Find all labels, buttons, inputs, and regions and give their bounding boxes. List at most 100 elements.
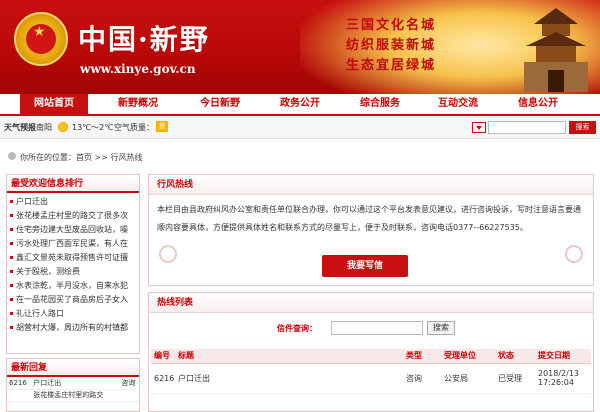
hot-list-title: 热线列表 — [149, 293, 593, 313]
column-header: 类型 — [403, 349, 441, 364]
hot-list-panel: 热线列表 信件查询： 搜索 编号 标题 类型 受理单位 状态 提交日期 6216… — [148, 292, 594, 412]
aqi-label: 空气质量： — [114, 123, 154, 132]
list-item-label: 在一品花园买了商品房后子女入 — [16, 295, 128, 304]
column-header: 受理单位 — [441, 349, 495, 364]
pavilion-tower-icon — [524, 8, 588, 92]
list-item[interactable]: 户口迁出 — [10, 195, 137, 209]
weather-label: 天气预报 — [4, 123, 36, 132]
column-header: 标题 — [175, 349, 403, 364]
search-scope-dropdown[interactable] — [472, 122, 486, 133]
ranking-title: 最受欢迎信息排行 — [7, 175, 139, 193]
column-header: 状态 — [495, 349, 535, 364]
nav-item-overview[interactable]: 新野概况 — [104, 94, 172, 114]
site-search-button[interactable]: 搜索 — [569, 121, 596, 134]
ranking-list: 户口迁出 张花楼孟庄村里的路交了很多次 住宅旁边建大型废品回收站，噪 污水处理厂… — [7, 193, 139, 335]
column-header: 提交日期 — [535, 349, 591, 364]
breadcrumb-text[interactable]: 你所在的位置：首页 >> 行风热线 — [20, 152, 143, 163]
hotline-title: 行风热线 — [149, 175, 593, 195]
list-item[interactable]: 污水处理厂西面军民渠，有人在 — [10, 237, 137, 251]
table-header-row: 编号 标题 类型 受理单位 状态 提交日期 — [151, 349, 591, 364]
slogan-line: 生态宜居绿城 — [346, 58, 437, 73]
list-item-label: 礼让行人路口 — [16, 309, 64, 318]
ranking-panel: 最受欢迎信息排行 户口迁出 张花楼孟庄村里的路交了很多次 住宅旁边建大型废品回收… — [6, 174, 140, 354]
table-cell — [7, 389, 32, 402]
nav-item-services[interactable]: 综合服务 — [346, 94, 414, 114]
table-cell: 公安局 — [441, 363, 495, 394]
table-cell[interactable]: 户口迁出 — [175, 363, 403, 394]
table-cell: 咨询 — [403, 363, 441, 394]
location-icon — [8, 152, 16, 160]
letter-query-button[interactable]: 搜索 — [427, 321, 455, 335]
list-item[interactable]: 张花楼孟庄村里的路交了很多次 — [10, 209, 137, 223]
site-search-input[interactable] — [488, 121, 566, 134]
slogan-line: 纺织服装新城 — [346, 38, 437, 53]
table-cell: 张花楼孟庄村里的路交 — [31, 389, 120, 402]
ornament-icon — [565, 245, 583, 263]
main-nav: 网站首页 新野概况 今日新野 政务公开 综合服务 互动交流 信息公开 — [0, 94, 600, 116]
nav-item-interaction[interactable]: 互动交流 — [424, 94, 492, 114]
write-letter-button[interactable]: 我要写信 — [322, 255, 408, 277]
national-emblem-icon: ★ — [14, 12, 68, 66]
latest-replies-table: 6216 户口迁出 咨询 张花楼孟庄村里的路交 — [7, 377, 139, 402]
bullet-icon — [10, 326, 13, 329]
hotline-intro: 本栏目由县政府纠风办公室和责任单位联合办理，你可以通过这个平台发表意见建议，进行… — [157, 205, 581, 232]
aqi-badge: 良 — [156, 121, 168, 132]
list-item-label: 胡营村大爆，周边所有的村镇都 — [16, 323, 128, 332]
list-item-label: 水表涂乾，半月没水，自来水犯 — [16, 281, 128, 290]
table-cell: 2018/2/13 17:26:04 — [535, 363, 591, 394]
header-banner: ★ 中国·新野 www.xinye.gov.cn 三国文化名城 纺织服装新城 生… — [0, 0, 600, 94]
list-item-label: 污水处理厂西面军民渠，有人在 — [16, 239, 128, 248]
nav-item-government[interactable]: 政务公开 — [266, 94, 334, 114]
latest-replies-panel: 最新回复 6216 户口迁出 咨询 张花楼孟庄村里的路交 — [6, 358, 140, 412]
table-row[interactable]: 张花楼孟庄村里的路交 — [7, 389, 139, 402]
list-item-label: 张花楼孟庄村里的路交了很多次 — [16, 211, 128, 220]
list-item[interactable]: 住宅旁边建大型废品回收站，噪 — [10, 223, 137, 237]
nav-item-home[interactable]: 网站首页 — [20, 94, 88, 114]
list-item[interactable]: 鑫汇文景苑未取得预售许可证擅 — [10, 251, 137, 265]
bullet-icon — [10, 284, 13, 287]
list-item[interactable]: 在一品花园买了商品房后子女入 — [10, 293, 137, 307]
ornament-icon — [159, 245, 177, 263]
bullet-icon — [10, 270, 13, 273]
list-item-label: 关于殴税，测绘费 — [16, 267, 80, 276]
table-row[interactable]: 6216 户口迁出 咨询 — [7, 377, 139, 390]
letter-query-row: 信件查询： 搜索 — [149, 319, 593, 341]
list-item[interactable]: 水表涂乾，半月没水，自来水犯 — [10, 279, 137, 293]
latest-replies-title: 最新回复 — [7, 359, 139, 377]
bullet-icon — [10, 242, 13, 245]
table-cell: 6216 — [151, 363, 175, 394]
bullet-icon — [10, 256, 13, 259]
utility-bar: 天气预报 南阳 13℃～2℃ | 空气质量： 良 搜索 — [0, 117, 600, 139]
hotline-panel: 行风热线 本栏目由县政府纠风办公室和责任单位联合办理，你可以通过这个平台发表意见… — [148, 174, 594, 286]
table-row[interactable]: 6216 户口迁出 咨询 公安局 已受理 2018/2/13 17:26:04 — [151, 363, 591, 394]
nav-item-today[interactable]: 今日新野 — [186, 94, 254, 114]
list-item-label: 户口迁出 — [16, 197, 48, 206]
table-cell: 咨询 — [119, 377, 139, 390]
hot-list-table: 编号 标题 类型 受理单位 状态 提交日期 6216 户口迁出 咨询 公安局 已… — [151, 349, 591, 394]
list-item[interactable]: 关于殴税，测绘费 — [10, 265, 137, 279]
bullet-icon — [10, 200, 13, 203]
bullet-icon — [10, 298, 13, 301]
letter-query-input[interactable] — [331, 321, 423, 335]
bullet-icon — [10, 312, 13, 315]
bullet-icon — [10, 214, 13, 217]
nav-item-info[interactable]: 信息公开 — [504, 94, 572, 114]
list-item[interactable]: 礼让行人路口 — [10, 307, 137, 321]
breadcrumb: 你所在的位置：首页 >> 行风热线 — [0, 148, 600, 164]
list-item-label: 住宅旁边建大型废品回收站，噪 — [16, 225, 128, 234]
list-item-label: 鑫汇文景苑未取得预售许可证擅 — [16, 253, 128, 262]
column-header: 编号 — [151, 349, 175, 364]
slogans: 三国文化名城 纺织服装新城 生态宜居绿城 — [346, 16, 486, 76]
letter-query-label: 信件查询： — [277, 324, 317, 333]
table-cell: 户口迁出 — [31, 377, 120, 390]
status-cell: 已受理 — [495, 363, 535, 394]
site-logo-text[interactable]: 中国·新野 — [78, 18, 210, 58]
bullet-icon — [10, 228, 13, 231]
weather-city: 南阳 — [36, 123, 52, 132]
slogan-line: 三国文化名城 — [346, 18, 437, 33]
list-item[interactable]: 胡营村大爆，周边所有的村镇都 — [10, 321, 137, 335]
divider: | — [108, 121, 111, 130]
table-cell: 6216 — [7, 377, 32, 390]
emblem-star-icon: ★ — [33, 24, 46, 40]
site-url: www.xinye.gov.cn — [80, 62, 196, 76]
